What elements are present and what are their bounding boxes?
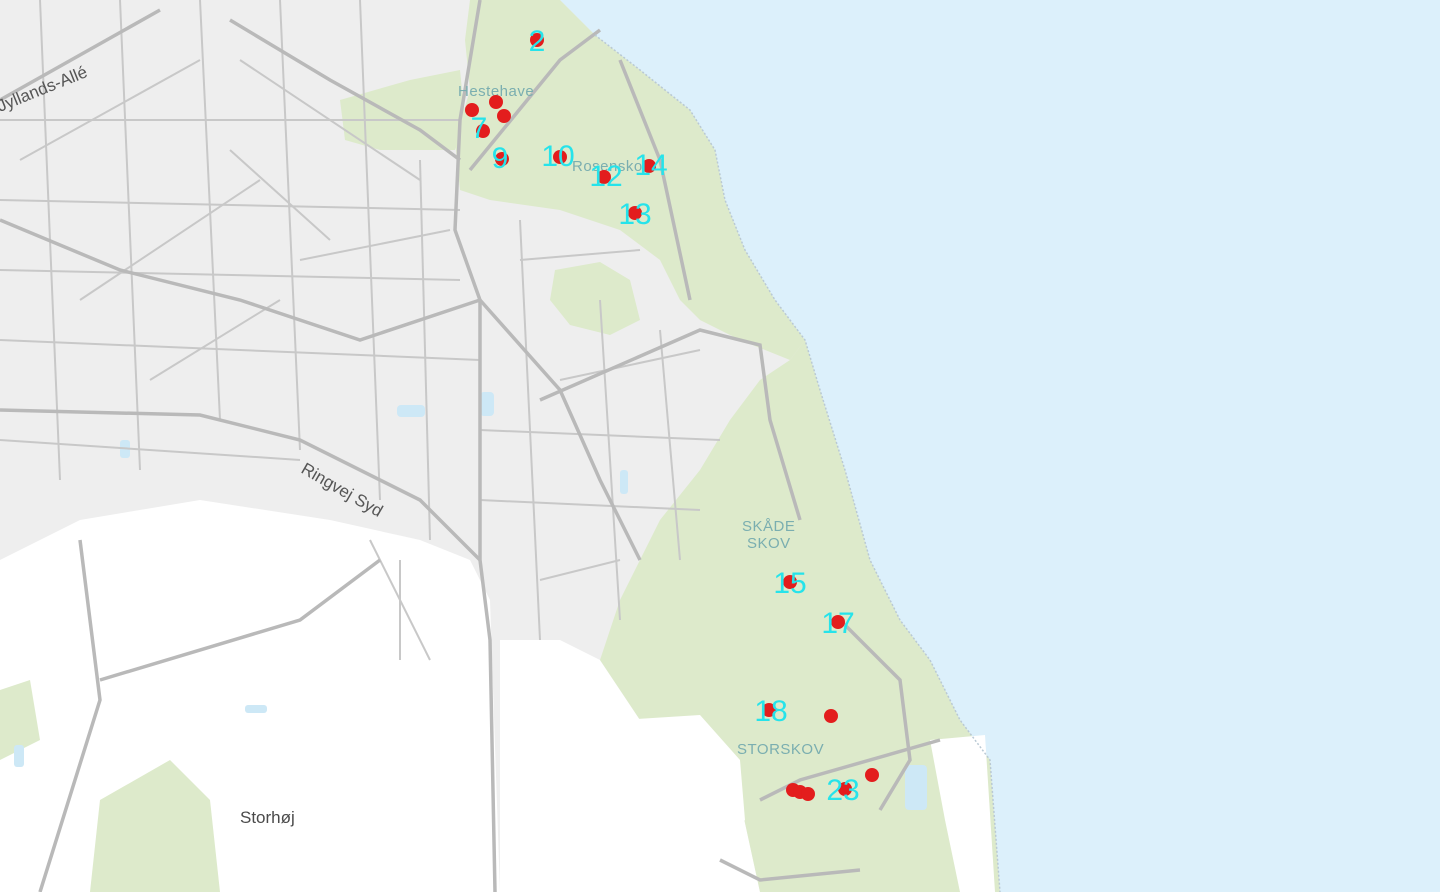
map-view[interactable]: Jyllands-Allé Hestehave Rosenskov Ringve… xyxy=(0,0,1440,892)
marker-label: 15 xyxy=(773,567,806,600)
marker-label: 7 xyxy=(471,112,488,145)
place-label-storhoj: Storhøj xyxy=(240,808,295,827)
marker-dot[interactable] xyxy=(801,787,815,801)
marker-label: 9 xyxy=(492,142,509,175)
marker-label: 13 xyxy=(618,198,651,231)
forest-label-skov: SKOV xyxy=(747,535,791,552)
rural-area xyxy=(0,500,500,892)
marker-dot[interactable] xyxy=(824,709,838,723)
marker-label: 14 xyxy=(634,149,667,182)
marker-label: 12 xyxy=(589,160,622,193)
marker-label: 2 xyxy=(529,25,546,58)
marker-dot[interactable] xyxy=(865,768,879,782)
marker-label: 17 xyxy=(821,607,854,640)
map-canvas[interactable]: Jyllands-Allé Hestehave Rosenskov Ringve… xyxy=(0,0,1440,892)
marker-label: 18 xyxy=(754,695,787,728)
marker-label: 10 xyxy=(541,140,574,173)
marker-dot[interactable] xyxy=(497,109,511,123)
forest-label-skaade: SKÅDE xyxy=(742,518,795,535)
marker-dot[interactable] xyxy=(489,95,503,109)
marker-label: 23 xyxy=(826,774,859,807)
forest-label-storskov: STORSKOV xyxy=(737,741,824,758)
